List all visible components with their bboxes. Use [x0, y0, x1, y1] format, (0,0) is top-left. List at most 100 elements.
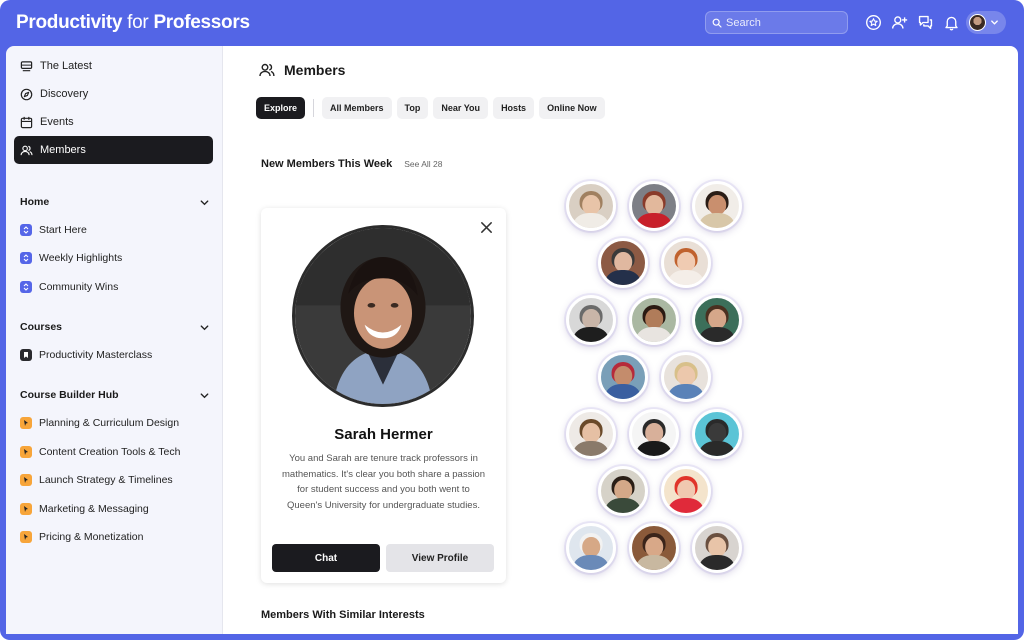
- chevron-down-icon: [991, 20, 998, 25]
- sidebar-item-productivity-masterclass[interactable]: Productivity Masterclass: [20, 344, 215, 366]
- sidebar-item-label: Members: [40, 144, 86, 156]
- new-members-title: New Members This Week: [261, 158, 393, 170]
- sidebar-item-label: Events: [40, 116, 74, 128]
- section-home-toggle[interactable]: Home: [20, 192, 210, 212]
- member-avatar[interactable]: [661, 466, 711, 516]
- brand-word-2: for: [122, 12, 154, 33]
- member-avatar[interactable]: [629, 523, 679, 573]
- calendar-icon: [20, 116, 33, 128]
- member-tabs: Explore All Members Top Near You Hosts O…: [256, 97, 605, 119]
- sidebar: The Latest Discovery Events Members Home…: [6, 46, 223, 634]
- sidebar-item-label: The Latest: [40, 60, 92, 72]
- chat-button[interactable]: Chat: [272, 544, 380, 572]
- member-portrait: [292, 225, 474, 407]
- sidebar-item-members[interactable]: Members: [14, 136, 213, 164]
- space-icon: [20, 281, 32, 293]
- sidebar-item-weekly-highlights[interactable]: Weekly Highlights: [20, 247, 215, 269]
- add-user-icon[interactable]: [890, 12, 908, 32]
- sidebar-item-events[interactable]: Events: [14, 108, 213, 136]
- sidebar-item-community-wins[interactable]: Community Wins: [20, 276, 215, 298]
- compass-icon: [20, 88, 33, 100]
- section-title: Courses: [20, 321, 63, 333]
- tab-online-now[interactable]: Online Now: [539, 97, 605, 119]
- member-avatar[interactable]: [566, 295, 616, 345]
- star-badge-icon[interactable]: [864, 12, 882, 32]
- sidebar-item-discovery[interactable]: Discovery: [14, 80, 213, 108]
- search-box[interactable]: [705, 11, 848, 34]
- brand-word-1: Productivity: [16, 12, 123, 33]
- member-avatar[interactable]: [566, 523, 616, 573]
- page-title: Members: [259, 60, 345, 80]
- page-title-text: Members: [284, 62, 346, 78]
- member-avatar[interactable]: [598, 238, 648, 288]
- tab-top[interactable]: Top: [396, 97, 429, 119]
- section-courses-toggle[interactable]: Courses: [20, 317, 210, 337]
- sidebar-item-label: Discovery: [40, 88, 89, 100]
- user-menu-button[interactable]: [966, 11, 1006, 34]
- similar-members-title: Members With Similar Interests: [261, 609, 425, 621]
- sidebar-item-pricing[interactable]: Pricing & Monetization: [20, 526, 215, 548]
- sidebar-item-label: Pricing & Monetization: [39, 531, 144, 543]
- tab-near-you[interactable]: Near You: [433, 97, 489, 119]
- cursor-icon: [20, 417, 32, 429]
- avatar: [969, 14, 986, 31]
- tab-hosts[interactable]: Hosts: [493, 97, 535, 119]
- see-all-link[interactable]: See All 28: [404, 159, 442, 169]
- sidebar-item-start-here[interactable]: Start Here: [20, 219, 215, 241]
- brand-logo[interactable]: Productivity for Professors: [16, 12, 250, 34]
- section-title: Home: [20, 196, 50, 208]
- chevron-down-icon: [200, 199, 209, 205]
- chevron-down-icon: [200, 392, 209, 398]
- tab-all-members[interactable]: All Members: [322, 97, 392, 119]
- member-avatar[interactable]: [692, 181, 742, 231]
- new-members-heading: New Members This Week See All 28: [261, 158, 443, 170]
- member-avatar[interactable]: [598, 466, 648, 516]
- sidebar-item-label: Community Wins: [39, 281, 119, 293]
- view-profile-button[interactable]: View Profile: [386, 544, 494, 572]
- sidebar-item-label: Productivity Masterclass: [39, 349, 153, 361]
- bookmark-icon: [20, 349, 32, 361]
- chat-bubbles-icon[interactable]: [916, 12, 934, 32]
- top-icon-group: [864, 12, 960, 32]
- sidebar-item-marketing[interactable]: Marketing & Messaging: [20, 498, 215, 520]
- member-profile-card: Sarah Hermer You and Sarah are tenure tr…: [261, 208, 506, 583]
- sidebar-item-the-latest[interactable]: The Latest: [14, 52, 213, 80]
- search-input[interactable]: [726, 16, 836, 29]
- member-name: Sarah Hermer: [334, 426, 433, 443]
- bell-icon[interactable]: [942, 12, 960, 32]
- users-icon: [20, 145, 33, 155]
- member-avatar[interactable]: [661, 352, 711, 402]
- section-course-builder-hub-toggle[interactable]: Course Builder Hub: [20, 385, 210, 405]
- tab-explore[interactable]: Explore: [256, 97, 306, 119]
- member-avatar[interactable]: [661, 238, 711, 288]
- search-icon: [712, 18, 722, 28]
- member-avatar[interactable]: [692, 523, 742, 573]
- top-bar: Productivity for Professors: [0, 0, 1024, 46]
- space-icon: [20, 224, 32, 236]
- sidebar-item-content-creation[interactable]: Content Creation Tools & Tech: [20, 441, 215, 463]
- sidebar-item-label: Weekly Highlights: [39, 252, 123, 264]
- brand-word-3: Professors: [153, 12, 250, 33]
- cursor-icon: [20, 531, 32, 543]
- sidebar-item-label: Start Here: [39, 224, 87, 236]
- member-avatar[interactable]: [598, 352, 648, 402]
- cursor-icon: [20, 503, 32, 515]
- close-icon[interactable]: [479, 220, 494, 235]
- space-icon: [20, 252, 32, 264]
- member-avatar[interactable]: [692, 295, 742, 345]
- member-avatar[interactable]: [566, 409, 616, 459]
- sidebar-item-label: Content Creation Tools & Tech: [39, 446, 181, 458]
- member-avatar[interactable]: [629, 181, 679, 231]
- chevron-down-icon: [200, 324, 209, 330]
- section-title: Course Builder Hub: [20, 389, 119, 401]
- member-avatar[interactable]: [566, 181, 616, 231]
- member-avatar[interactable]: [629, 409, 679, 459]
- cursor-icon: [20, 446, 32, 458]
- member-avatar[interactable]: [629, 295, 679, 345]
- users-icon: [259, 63, 275, 77]
- sidebar-item-label: Launch Strategy & Timelines: [39, 474, 173, 486]
- sidebar-item-launch-strategy[interactable]: Launch Strategy & Timelines: [20, 469, 215, 491]
- sidebar-item-label: Marketing & Messaging: [39, 503, 149, 515]
- sidebar-item-planning[interactable]: Planning & Curriculum Design: [20, 412, 215, 434]
- member-avatar[interactable]: [692, 409, 742, 459]
